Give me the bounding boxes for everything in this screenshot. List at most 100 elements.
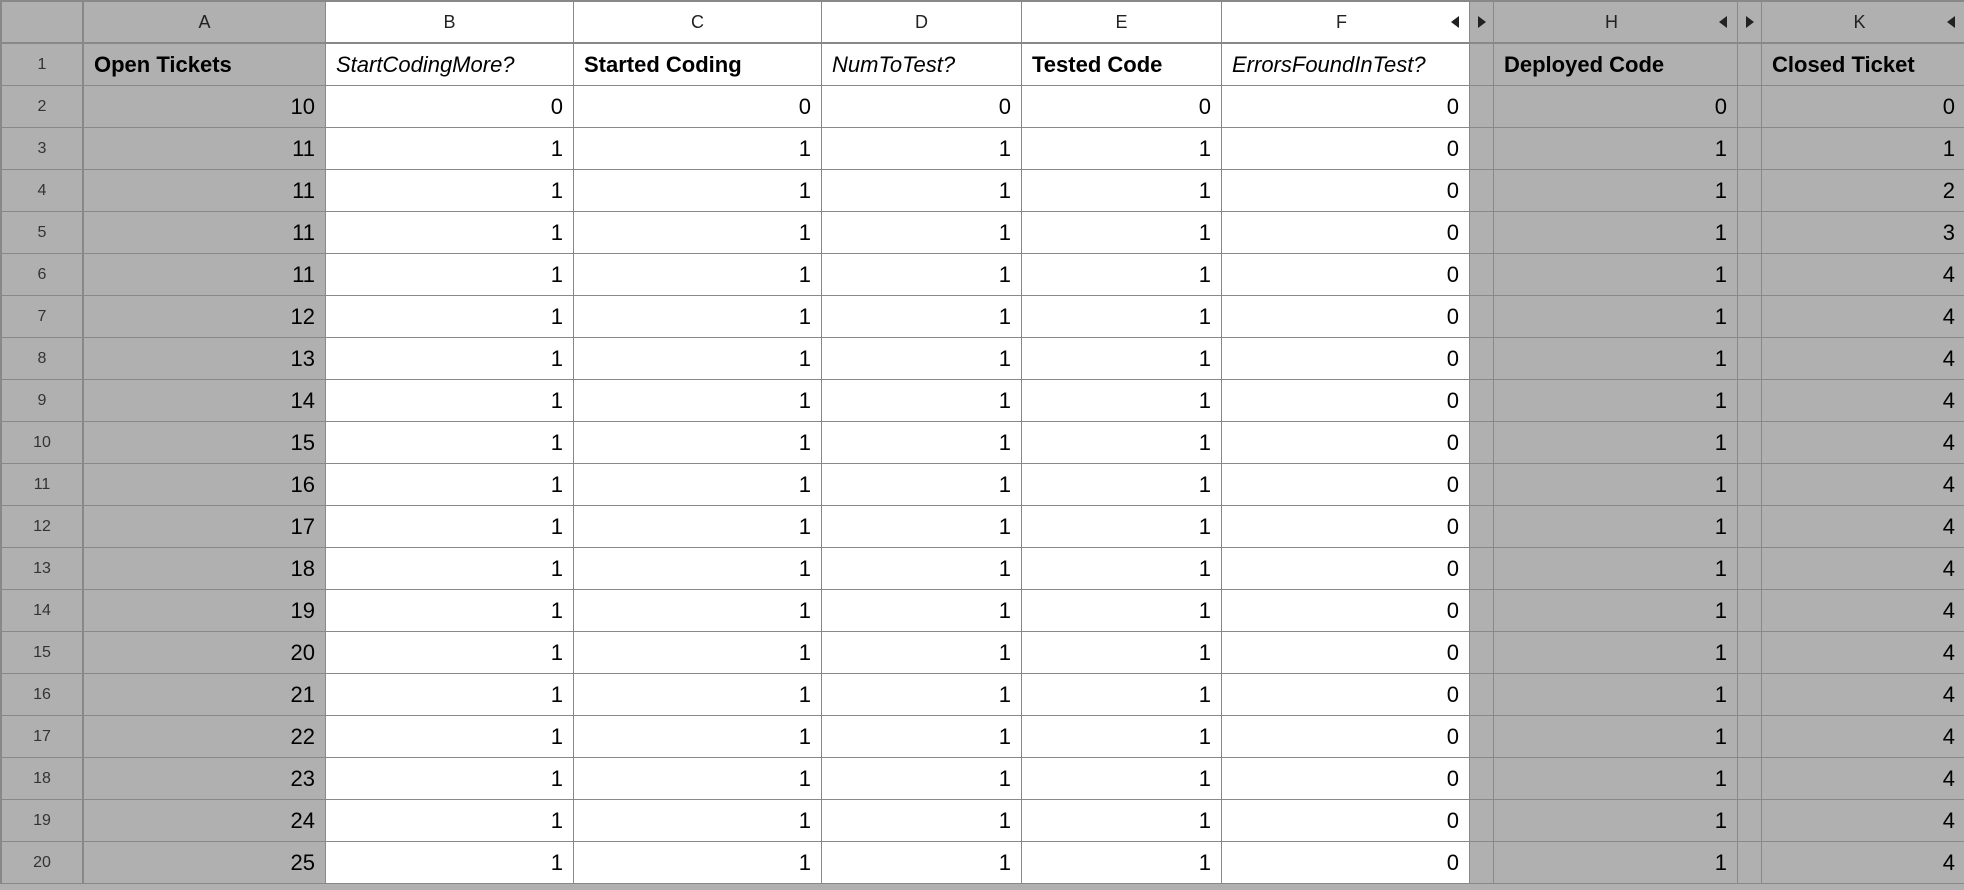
cell-F11[interactable]: 0 bbox=[1222, 464, 1470, 506]
select-all-corner[interactable] bbox=[2, 2, 84, 44]
cell-K14[interactable]: 4 bbox=[1762, 590, 1964, 632]
cell-H17[interactable]: 1 bbox=[1494, 716, 1738, 758]
cell-A1[interactable]: Open Tickets bbox=[84, 44, 326, 86]
row-header-2[interactable]: 2 bbox=[2, 86, 84, 128]
cell-B6[interactable]: 1 bbox=[326, 254, 574, 296]
cell-E2[interactable]: 0 bbox=[1022, 86, 1222, 128]
cell-C8[interactable]: 1 bbox=[574, 338, 822, 380]
cell-H14[interactable]: 1 bbox=[1494, 590, 1738, 632]
collapse-left-icon[interactable] bbox=[1947, 16, 1955, 28]
cell-A9[interactable]: 14 bbox=[84, 380, 326, 422]
cell-F14[interactable]: 0 bbox=[1222, 590, 1470, 632]
cell-K2[interactable]: 0 bbox=[1762, 86, 1964, 128]
cell-C6[interactable]: 1 bbox=[574, 254, 822, 296]
cell-D9[interactable]: 1 bbox=[822, 380, 1022, 422]
cell-H13[interactable]: 1 bbox=[1494, 548, 1738, 590]
cell-B14[interactable]: 1 bbox=[326, 590, 574, 632]
cell-E17[interactable]: 1 bbox=[1022, 716, 1222, 758]
cell-F7[interactable]: 0 bbox=[1222, 296, 1470, 338]
collapse-left-icon[interactable] bbox=[1451, 16, 1459, 28]
cell-C5[interactable]: 1 bbox=[574, 212, 822, 254]
cell-K10[interactable]: 4 bbox=[1762, 422, 1964, 464]
cell-D1[interactable]: NumToTest? bbox=[822, 44, 1022, 86]
cell-C12[interactable]: 1 bbox=[574, 506, 822, 548]
cell-H5[interactable]: 1 bbox=[1494, 212, 1738, 254]
cell-D3[interactable]: 1 bbox=[822, 128, 1022, 170]
expand-group-IJ[interactable] bbox=[1738, 2, 1762, 44]
cell-K17[interactable]: 4 bbox=[1762, 716, 1964, 758]
cell-D19[interactable]: 1 bbox=[822, 800, 1022, 842]
cell-F20[interactable]: 0 bbox=[1222, 842, 1470, 884]
collapse-left-icon[interactable] bbox=[1719, 16, 1727, 28]
col-header-C[interactable]: C bbox=[574, 2, 822, 44]
cell-D4[interactable]: 1 bbox=[822, 170, 1022, 212]
row-header-19[interactable]: 19 bbox=[2, 800, 84, 842]
cell-B8[interactable]: 1 bbox=[326, 338, 574, 380]
cell-E5[interactable]: 1 bbox=[1022, 212, 1222, 254]
cell-K4[interactable]: 2 bbox=[1762, 170, 1964, 212]
cell-F15[interactable]: 0 bbox=[1222, 632, 1470, 674]
cell-K1[interactable]: Closed Ticket bbox=[1762, 44, 1964, 86]
row-header-8[interactable]: 8 bbox=[2, 338, 84, 380]
cell-E11[interactable]: 1 bbox=[1022, 464, 1222, 506]
col-header-E[interactable]: E bbox=[1022, 2, 1222, 44]
cell-B12[interactable]: 1 bbox=[326, 506, 574, 548]
cell-A4[interactable]: 11 bbox=[84, 170, 326, 212]
cell-H9[interactable]: 1 bbox=[1494, 380, 1738, 422]
cell-K11[interactable]: 4 bbox=[1762, 464, 1964, 506]
cell-C13[interactable]: 1 bbox=[574, 548, 822, 590]
cell-D17[interactable]: 1 bbox=[822, 716, 1022, 758]
cell-K16[interactable]: 4 bbox=[1762, 674, 1964, 716]
cell-K18[interactable]: 4 bbox=[1762, 758, 1964, 800]
cell-A15[interactable]: 20 bbox=[84, 632, 326, 674]
cell-D16[interactable]: 1 bbox=[822, 674, 1022, 716]
cell-C14[interactable]: 1 bbox=[574, 590, 822, 632]
cell-F19[interactable]: 0 bbox=[1222, 800, 1470, 842]
cell-K9[interactable]: 4 bbox=[1762, 380, 1964, 422]
cell-H6[interactable]: 1 bbox=[1494, 254, 1738, 296]
cell-B9[interactable]: 1 bbox=[326, 380, 574, 422]
cell-K8[interactable]: 4 bbox=[1762, 338, 1964, 380]
cell-F1[interactable]: ErrorsFoundInTest? bbox=[1222, 44, 1470, 86]
cell-B20[interactable]: 1 bbox=[326, 842, 574, 884]
cell-B1[interactable]: StartCodingMore? bbox=[326, 44, 574, 86]
cell-B16[interactable]: 1 bbox=[326, 674, 574, 716]
cell-C17[interactable]: 1 bbox=[574, 716, 822, 758]
expand-group-G[interactable] bbox=[1470, 2, 1494, 44]
cell-K7[interactable]: 4 bbox=[1762, 296, 1964, 338]
cell-H19[interactable]: 1 bbox=[1494, 800, 1738, 842]
cell-C9[interactable]: 1 bbox=[574, 380, 822, 422]
cell-D11[interactable]: 1 bbox=[822, 464, 1022, 506]
cell-E14[interactable]: 1 bbox=[1022, 590, 1222, 632]
cell-H3[interactable]: 1 bbox=[1494, 128, 1738, 170]
row-header-15[interactable]: 15 bbox=[2, 632, 84, 674]
cell-F8[interactable]: 0 bbox=[1222, 338, 1470, 380]
cell-B2[interactable]: 0 bbox=[326, 86, 574, 128]
col-header-A[interactable]: A bbox=[84, 2, 326, 44]
cell-D7[interactable]: 1 bbox=[822, 296, 1022, 338]
cell-A11[interactable]: 16 bbox=[84, 464, 326, 506]
cell-F6[interactable]: 0 bbox=[1222, 254, 1470, 296]
cell-C4[interactable]: 1 bbox=[574, 170, 822, 212]
cell-C20[interactable]: 1 bbox=[574, 842, 822, 884]
cell-D10[interactable]: 1 bbox=[822, 422, 1022, 464]
cell-C18[interactable]: 1 bbox=[574, 758, 822, 800]
row-header-9[interactable]: 9 bbox=[2, 380, 84, 422]
cell-H8[interactable]: 1 bbox=[1494, 338, 1738, 380]
cell-E20[interactable]: 1 bbox=[1022, 842, 1222, 884]
cell-E9[interactable]: 1 bbox=[1022, 380, 1222, 422]
cell-D8[interactable]: 1 bbox=[822, 338, 1022, 380]
cell-F17[interactable]: 0 bbox=[1222, 716, 1470, 758]
cell-D6[interactable]: 1 bbox=[822, 254, 1022, 296]
cell-E4[interactable]: 1 bbox=[1022, 170, 1222, 212]
cell-C1[interactable]: Started Coding bbox=[574, 44, 822, 86]
cell-B7[interactable]: 1 bbox=[326, 296, 574, 338]
cell-F12[interactable]: 0 bbox=[1222, 506, 1470, 548]
col-header-K[interactable]: K bbox=[1762, 2, 1964, 44]
cell-K5[interactable]: 3 bbox=[1762, 212, 1964, 254]
cell-A16[interactable]: 21 bbox=[84, 674, 326, 716]
cell-K6[interactable]: 4 bbox=[1762, 254, 1964, 296]
cell-B15[interactable]: 1 bbox=[326, 632, 574, 674]
row-header-3[interactable]: 3 bbox=[2, 128, 84, 170]
cell-E12[interactable]: 1 bbox=[1022, 506, 1222, 548]
